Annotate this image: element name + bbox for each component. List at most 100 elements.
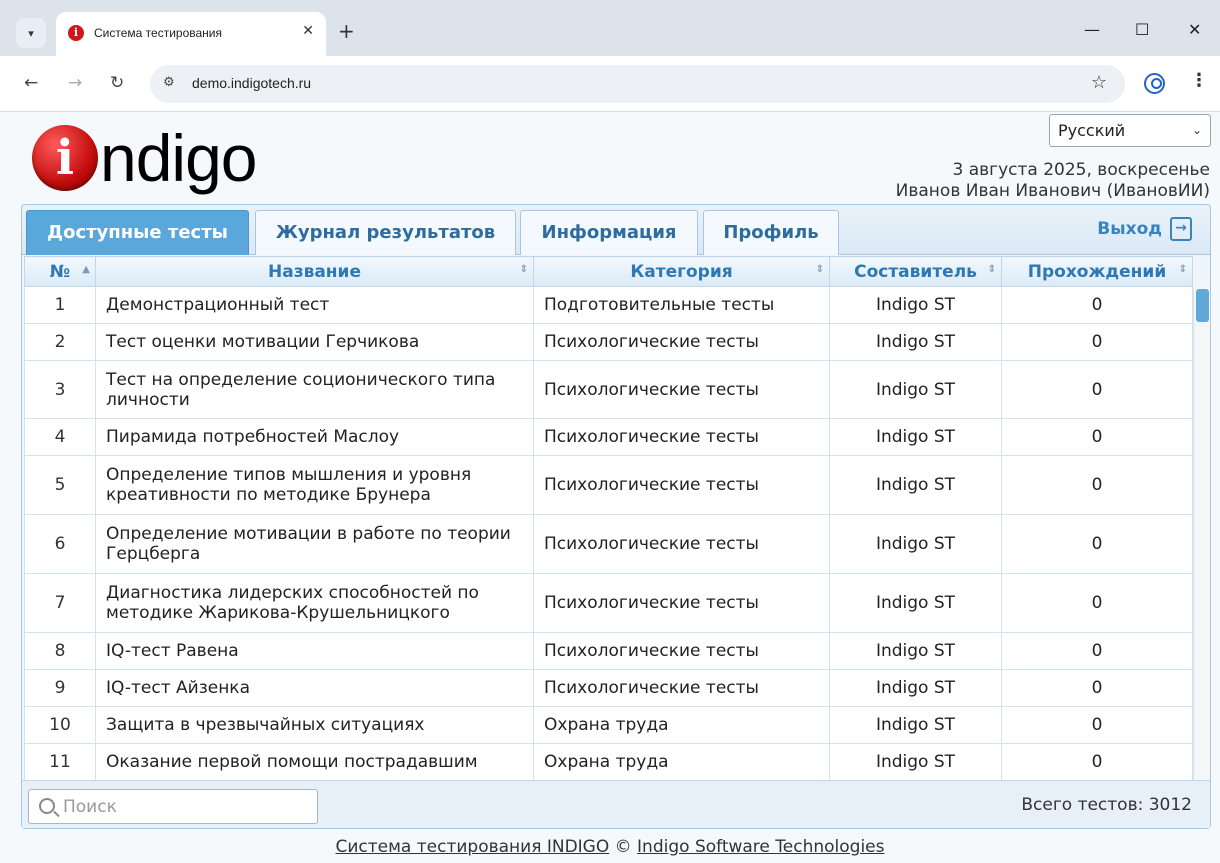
row-category: Психологические тесты	[533, 455, 830, 515]
new-tab-button[interactable]: +	[338, 21, 355, 41]
row-author: Indigo ST	[829, 455, 1002, 515]
row-passes: 0	[1001, 286, 1193, 324]
row-author: Indigo ST	[829, 323, 1002, 361]
row-test-name: Определение типов мышления и уровня креа…	[95, 455, 534, 515]
current-user: Иванов Иван Иванович (ИвановИИ)	[895, 181, 1210, 201]
logout-button[interactable]: Выход →	[1097, 217, 1192, 241]
row-number: 7	[24, 573, 96, 633]
row-test-name: Определение мотивации в работе по теории…	[95, 514, 534, 574]
row-passes: 0	[1001, 418, 1193, 456]
copyright-sign: ©	[614, 837, 632, 857]
row-author: Indigo ST	[829, 706, 1002, 744]
close-window-button[interactable]: ✕	[1188, 20, 1201, 39]
tab-results-journal[interactable]: Журнал результатов	[255, 210, 516, 255]
table-row[interactable]: 10 Защита в чрезвычайных ситуациях Охрана …	[24, 706, 1193, 744]
bookmark-star-icon[interactable]: ☆	[1091, 72, 1107, 93]
column-header-category[interactable]: Категория ⇕	[533, 256, 830, 287]
row-passes: 0	[1001, 360, 1193, 419]
logout-icon: →	[1170, 217, 1192, 241]
row-test-name: IQ-тест Айзенка	[95, 669, 534, 707]
tab-available-tests[interactable]: Доступные тесты	[26, 210, 249, 255]
table-row[interactable]: 2 Тест оценки мотивации Герчикова Психолог…	[24, 323, 1193, 361]
sort-asc-icon: ▲	[82, 264, 90, 275]
logout-label: Выход	[1097, 219, 1162, 239]
row-category: Охрана труда	[533, 743, 830, 781]
table-scrollbar[interactable]	[1193, 287, 1210, 780]
row-passes: 0	[1001, 514, 1193, 574]
chevron-down-icon: ⌄	[1191, 123, 1202, 137]
row-passes: 0	[1001, 323, 1193, 361]
row-passes: 0	[1001, 743, 1193, 781]
row-number: 11	[24, 743, 96, 781]
row-test-name: Диагностика лидерских способностей по ме…	[95, 573, 534, 633]
forward-icon[interactable]: →	[68, 73, 82, 93]
row-number: 4	[24, 418, 96, 456]
indigo-logo: i ndigo	[32, 122, 257, 194]
site-info-icon[interactable]: ⚙	[163, 75, 175, 90]
menu-kebab-icon[interactable]: ⋮	[1190, 70, 1208, 91]
current-date: 3 августа 2025, воскресенье	[952, 160, 1210, 180]
search-box[interactable]	[28, 789, 318, 824]
row-test-name: Защита в чрезвычайных ситуациях	[95, 706, 534, 744]
row-passes: 0	[1001, 573, 1193, 633]
table-row[interactable]: 9 IQ-тест Айзенка Психологические тесты Ind…	[24, 669, 1193, 707]
row-category: Психологические тесты	[533, 669, 830, 707]
row-test-name: IQ-тест Равена	[95, 632, 534, 670]
row-category: Психологические тесты	[533, 632, 830, 670]
site-footer: Система тестирования INDIGO © Indigo Sof…	[0, 837, 1220, 857]
row-category: Психологические тесты	[533, 573, 830, 633]
maximize-button[interactable]: ☐	[1135, 20, 1149, 39]
search-icon	[39, 798, 55, 814]
tests-table: № ▲ Название ⇕ Категория ⇕ Составитель ⇕ Про…	[24, 256, 1193, 781]
table-row[interactable]: 7 Диагностика лидерских способностей по м…	[24, 573, 1193, 633]
tests-panel: Доступные тесты Журнал результатов Инфор…	[21, 204, 1211, 829]
row-author: Indigo ST	[829, 743, 1002, 781]
column-header-name[interactable]: Название ⇕	[95, 256, 534, 287]
tab-information[interactable]: Информация	[520, 210, 698, 255]
row-passes: 0	[1001, 706, 1193, 744]
tab-search-button[interactable]: ▾	[16, 18, 46, 48]
row-number: 10	[24, 706, 96, 744]
search-input[interactable]	[63, 794, 303, 820]
tab-profile[interactable]: Профиль	[703, 210, 839, 255]
logo-text: ndigo	[100, 121, 257, 195]
row-category: Охрана труда	[533, 706, 830, 744]
reload-icon[interactable]: ↻	[110, 73, 124, 93]
row-passes: 0	[1001, 669, 1193, 707]
browser-tab-bar: ▾ i Система тестирования ✕ + — ☐ ✕	[0, 0, 1220, 56]
footer-link-system[interactable]: Система тестирования INDIGO	[335, 837, 609, 857]
language-select[interactable]: Русский ⌄	[1049, 114, 1211, 147]
table-row[interactable]: 8 IQ-тест Равена Психологические тесты Indi…	[24, 632, 1193, 670]
profile-icon[interactable]	[1144, 73, 1165, 94]
table-row[interactable]: 4 Пирамида потребностей Маслоу Психологиче…	[24, 418, 1193, 456]
column-header-number[interactable]: № ▲	[24, 256, 96, 287]
back-icon[interactable]: ←	[24, 73, 38, 93]
total-tests: Всего тестов: 3012	[1021, 795, 1192, 815]
table-row[interactable]: 1 Демонстрационный тест Подготовительные т…	[24, 286, 1193, 324]
browser-toolbar: ← → ↻ ⚙ demo.indigotech.ru ☆ ⋮	[0, 56, 1220, 112]
row-category: Психологические тесты	[533, 323, 830, 361]
browser-tab[interactable]: i Система тестирования ✕	[56, 12, 326, 56]
row-category: Психологические тесты	[533, 514, 830, 574]
column-header-author[interactable]: Составитель ⇕	[829, 256, 1002, 287]
url-text[interactable]: demo.indigotech.ru	[192, 75, 311, 91]
address-bar[interactable]: ⚙ demo.indigotech.ru ☆	[150, 65, 1125, 103]
table-row[interactable]: 5 Определение типов мышления и уровня кре…	[24, 455, 1193, 515]
row-category: Психологические тесты	[533, 360, 830, 419]
minimize-button[interactable]: —	[1084, 20, 1100, 39]
row-test-name: Пирамида потребностей Маслоу	[95, 418, 534, 456]
row-passes: 0	[1001, 632, 1193, 670]
table-row[interactable]: 3 Тест на определение соционического типа…	[24, 360, 1193, 419]
tab-close-icon[interactable]: ✕	[302, 23, 314, 39]
panel-tabs: Доступные тесты Журнал результатов Инфор…	[22, 205, 1210, 255]
row-number: 3	[24, 360, 96, 419]
table-row[interactable]: 11 Оказание первой помощи пострадавшим Охр…	[24, 743, 1193, 781]
row-author: Indigo ST	[829, 418, 1002, 456]
row-passes: 0	[1001, 455, 1193, 515]
row-number: 5	[24, 455, 96, 515]
footer-link-company[interactable]: Indigo Software Technologies	[637, 837, 884, 857]
scrollbar-thumb[interactable]	[1196, 289, 1209, 322]
column-header-passes[interactable]: Прохождений ⇕	[1001, 256, 1193, 287]
table-row[interactable]: 6 Определение мотивации в работе по теори…	[24, 514, 1193, 574]
language-value: Русский	[1058, 121, 1126, 140]
